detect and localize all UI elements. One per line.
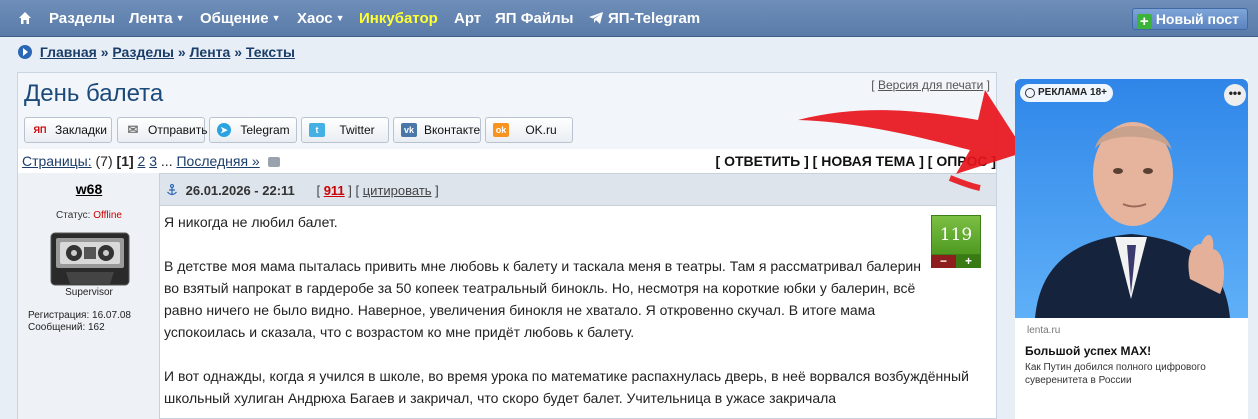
breadcrumb-feed[interactable]: Лента — [190, 44, 231, 60]
quote-link[interactable]: цитировать — [363, 183, 432, 198]
home-icon[interactable] — [18, 11, 32, 25]
author-rank: Supervisor — [65, 287, 113, 298]
share-ok-button[interactable]: ok OK.ru — [485, 117, 573, 143]
red-arrow-annotation — [798, 90, 1025, 191]
nav-item-feed[interactable]: Лента ▼ — [129, 10, 185, 27]
yap-bookmark-icon: ЯП — [33, 125, 47, 135]
post-body: Я никогда не любил балет. В детстве моя … — [164, 211, 984, 419]
status-badge: Offline — [93, 210, 122, 221]
dropdown-icon[interactable] — [267, 157, 280, 167]
nav-item-art[interactable]: Арт — [454, 10, 481, 27]
breadcrumb-home[interactable]: Главная — [40, 44, 97, 60]
vk-icon: vk — [401, 123, 417, 137]
nav-item-communication[interactable]: Общение ▼ — [200, 10, 280, 27]
twitter-icon: t — [309, 123, 325, 137]
breadcrumb-sections[interactable]: Разделы — [112, 44, 174, 60]
plus-icon: + — [1136, 14, 1152, 29]
post-paragraph: Я никогда не любил балет. — [164, 214, 338, 230]
page-title: День балета — [24, 80, 164, 107]
share-twitter-button[interactable]: t Twitter — [301, 117, 389, 143]
envelope-icon: ✉ — [127, 122, 139, 137]
post-paragraph: И вот однажды, когда я учился в школе, в… — [164, 368, 969, 406]
ad-label: РЕКЛАМА 18+ — [1020, 84, 1113, 102]
ad-domain: lenta.ru — [1027, 325, 1061, 336]
top-navbar: Разделы Лента ▼ Общение ▼ Хаос ▼ Инкубатор … — [0, 0, 1258, 37]
arrow-circle-icon — [18, 45, 32, 59]
current-page: [1] — [116, 153, 134, 169]
share-bookmarks-button[interactable]: ЯП Закладки — [24, 117, 112, 143]
author-stats: Регистрация: 16.07.08 Сообщений: 162 — [28, 310, 131, 333]
portrait-image — [1035, 122, 1230, 318]
new-post-button[interactable]: + Новый пост — [1131, 8, 1248, 30]
last-page-link[interactable]: Последняя » — [176, 153, 259, 169]
breadcrumb-texts[interactable]: Тексты — [246, 44, 295, 60]
share-vk-button[interactable]: vk Вконтакте — [393, 117, 481, 143]
chevron-down-icon: ▼ — [335, 13, 345, 23]
pagination: Страницы: (7) [1] 2 3 ... Последняя » — [22, 153, 280, 169]
more-icon[interactable]: ••• — [1224, 84, 1246, 106]
page-link-3[interactable]: 3 — [149, 153, 157, 169]
post-date: 26.01.2026 - 22:11 — [185, 183, 295, 198]
ok-icon: ok — [493, 123, 509, 137]
nav-item-files[interactable]: ЯП Файлы — [495, 10, 573, 27]
nav-item-chaos[interactable]: Хаос ▼ — [297, 10, 345, 27]
ad-image[interactable]: РЕКЛАМА 18+ ••• — [1015, 79, 1248, 318]
telegram-icon: ➤ — [217, 123, 231, 137]
telegram-icon — [589, 12, 603, 24]
share-telegram-button[interactable]: ➤ Telegram — [209, 117, 297, 143]
post-number[interactable]: 911 — [324, 183, 345, 198]
breadcrumb: Главная » Разделы » Лента » Тексты — [18, 44, 295, 60]
ad-headline[interactable]: Большой успех MAX! — [1025, 344, 1151, 358]
post-meta: 26.01.2026 - 22:11 [ 911 ] [ цитировать … — [166, 183, 439, 198]
nav-item-incubator[interactable]: Инкубатор — [359, 10, 438, 27]
anchor-icon[interactable] — [166, 184, 178, 196]
author-status: Статус: Offline — [56, 210, 122, 221]
ad-banner[interactable]: РЕКЛАМА 18+ ••• lenta.ru Большой успех M… — [1015, 79, 1248, 419]
chevron-down-icon: ▼ — [271, 13, 281, 23]
share-send-button[interactable]: ✉ Отправить — [117, 117, 208, 143]
pages-label[interactable]: Страницы: — [22, 153, 92, 169]
ad-description: Как Путин добился полного цифрового суве… — [1025, 362, 1206, 386]
post-paragraph: В детстве моя мама пыталась привить мне … — [164, 258, 921, 340]
author-name[interactable]: w68 — [18, 181, 160, 197]
nav-item-telegram[interactable]: ЯП-Telegram — [588, 10, 700, 27]
nav-item-sections[interactable]: Разделы — [49, 10, 115, 27]
avatar — [50, 232, 130, 286]
chevron-down-icon: ▼ — [175, 13, 185, 23]
page-link-2[interactable]: 2 — [138, 153, 146, 169]
